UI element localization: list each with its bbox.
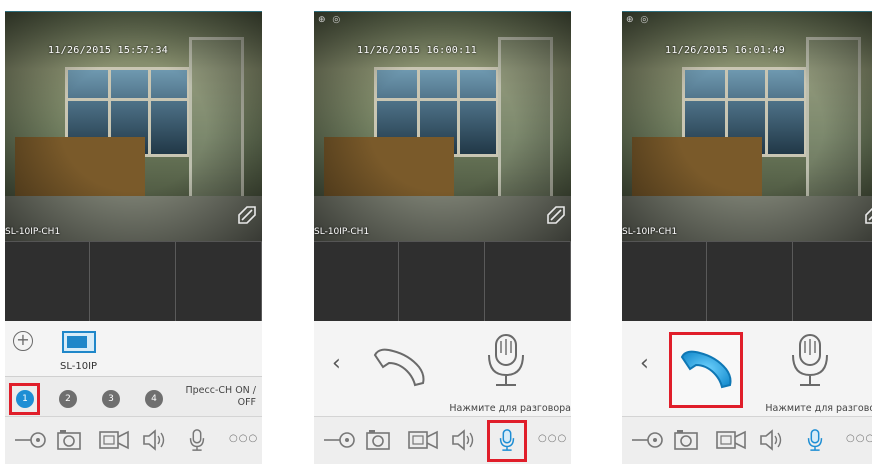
camera-label: SL-10IP-CH1 (314, 227, 370, 237)
status-icons: ⊕ ◎ (626, 15, 651, 25)
bottom-toolbar: ○○○ (314, 416, 571, 464)
microphone-icon[interactable] (497, 428, 517, 452)
handset-active-icon[interactable] (676, 343, 736, 393)
fullscreen-icon[interactable] (545, 204, 567, 226)
chevron-left-icon[interactable]: ‹ (640, 351, 649, 376)
grid-cell[interactable] (622, 242, 707, 321)
channel-bar: 1 2 3 4 Пресс-CH ON / OFF (5, 376, 262, 416)
talk-hint: Нажмите для разговора (449, 403, 571, 414)
more-icon[interactable]: ○○○ (538, 433, 567, 457)
channel-4-button[interactable]: 4 (145, 390, 163, 408)
channel-1-button[interactable]: 1 (16, 390, 34, 408)
device-name: SL-10IP (60, 361, 98, 372)
grid-cell[interactable] (5, 242, 90, 321)
screen-talk-active: ⊕ ◎ 11/26/2015 16:01:49 SL-10IP-CH1 ‹ На… (622, 11, 872, 464)
speaker-icon[interactable] (758, 428, 784, 452)
timestamp: 11/26/2015 16:01:49 (665, 45, 786, 56)
microphone-large-icon[interactable] (484, 333, 528, 389)
key-icon[interactable] (13, 428, 47, 452)
fullscreen-icon[interactable] (236, 204, 258, 226)
bottom-toolbar: ○○○ (622, 416, 872, 464)
camera-icon[interactable] (673, 428, 699, 452)
screen-talk-idle: ⊕ ◎ 11/26/2015 16:00:11 SL-10IP-CH1 ‹ На… (314, 11, 571, 464)
video-icon[interactable] (98, 428, 130, 452)
video-icon[interactable] (715, 428, 747, 452)
camera-label: SL-10IP-CH1 (5, 227, 61, 237)
microphone-icon[interactable] (805, 428, 825, 452)
microphone-icon[interactable] (187, 428, 207, 452)
timestamp: 11/26/2015 15:57:34 (48, 45, 169, 56)
speaker-icon[interactable] (141, 428, 167, 452)
grid-cell[interactable] (91, 242, 176, 321)
video-icon[interactable] (407, 428, 439, 452)
microphone-large-icon[interactable] (788, 333, 832, 389)
grid-cell[interactable] (794, 242, 872, 321)
video-feed[interactable]: ⊕ ◎ 11/26/2015 16:01:49 SL-10IP-CH1 (622, 11, 872, 241)
talk-hint: Нажмите для разговора (765, 403, 872, 414)
camera-grid (314, 241, 571, 321)
bottom-toolbar: ○○○ (5, 416, 262, 464)
grid-cell[interactable] (177, 242, 262, 321)
speaker-icon[interactable] (450, 428, 476, 452)
status-icons: ⊕ ◎ (318, 15, 343, 25)
camera-icon[interactable] (365, 428, 391, 452)
camera-grid (5, 241, 262, 321)
screen-live-view: 11/26/2015 15:57:34 SL-10IP-CH1 + SL-10I… (5, 11, 262, 464)
camera-label: SL-10IP-CH1 (622, 227, 678, 237)
more-icon[interactable]: ○○○ (846, 433, 872, 457)
talk-panel: ‹ Нажмите для разговора (314, 321, 571, 416)
chevron-left-icon[interactable]: ‹ (332, 351, 341, 376)
press-channel-toggle[interactable]: Пресс-CH ON / OFF (171, 385, 257, 409)
camera-grid (622, 241, 872, 321)
video-feed[interactable]: ⊕ ◎ 11/26/2015 16:00:11 SL-10IP-CH1 (314, 11, 571, 241)
timestamp: 11/26/2015 16:00:11 (357, 45, 478, 56)
video-feed[interactable]: 11/26/2015 15:57:34 SL-10IP-CH1 (5, 11, 262, 241)
grid-cell[interactable] (486, 242, 571, 321)
add-device-icon[interactable]: + (13, 331, 33, 351)
fullscreen-icon[interactable] (863, 204, 872, 226)
more-icon[interactable]: ○○○ (229, 433, 258, 457)
camera-icon[interactable] (56, 428, 82, 452)
channel-2-button[interactable]: 2 (59, 390, 77, 408)
device-panel: + SL-10IP 1 2 3 4 Пресс-CH ON / OFF (5, 321, 262, 416)
handset-icon[interactable] (369, 341, 429, 391)
key-icon[interactable] (322, 428, 356, 452)
grid-cell[interactable] (314, 242, 399, 321)
grid-cell[interactable] (400, 242, 485, 321)
key-icon[interactable] (630, 428, 664, 452)
channel-3-button[interactable]: 3 (102, 390, 120, 408)
grid-cell[interactable] (708, 242, 793, 321)
talk-panel: ‹ Нажмите для разговора (622, 321, 872, 416)
device-icon[interactable] (62, 331, 96, 353)
